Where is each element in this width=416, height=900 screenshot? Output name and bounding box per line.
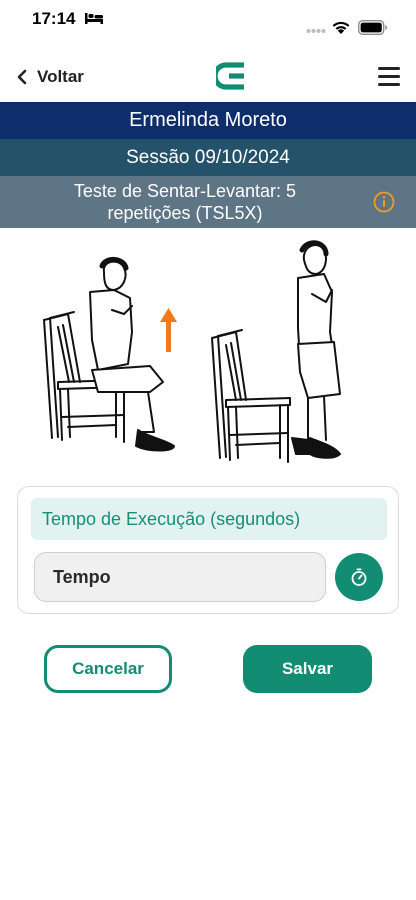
stopwatch-button[interactable]: [335, 553, 383, 601]
menu-line: [378, 75, 400, 78]
top-nav-bar: Voltar: [0, 50, 416, 102]
chevron-left-icon: [17, 69, 27, 85]
execution-time-label: Tempo de Execução (segundos): [31, 498, 387, 540]
standing-person-figure: [211, 240, 341, 463]
status-bar: 17:14: [0, 0, 416, 42]
cancel-button[interactable]: Cancelar: [44, 645, 172, 693]
patient-name-band: Ermelinda Moreto: [0, 102, 416, 139]
save-button[interactable]: Salvar: [243, 645, 372, 693]
test-title-band: Teste de Sentar-Levantar: 5 repetições (…: [0, 176, 416, 228]
tempo-input[interactable]: [34, 552, 326, 602]
hamburger-menu-button[interactable]: [378, 67, 400, 87]
up-arrow-icon: [160, 308, 177, 352]
battery-icon: [358, 20, 387, 35]
patient-name: Ermelinda Moreto: [129, 109, 287, 131]
session-band: Sessão 09/10/2024: [0, 139, 416, 176]
app-logo-icon: [216, 62, 244, 90]
bed-icon: [85, 13, 103, 24]
info-icon[interactable]: [373, 191, 395, 213]
status-time: 17:14: [32, 9, 76, 28]
stopwatch-icon: [351, 568, 367, 586]
menu-line: [378, 67, 400, 70]
back-button[interactable]: Voltar: [12, 64, 84, 90]
session-label: Sessão 09/10/2024: [126, 146, 290, 168]
wifi-icon: [332, 21, 350, 34]
seated-person-figure: [43, 257, 175, 452]
back-label: Voltar: [37, 67, 84, 86]
menu-line: [378, 83, 400, 86]
sit-to-stand-illustration: [43, 240, 341, 463]
signal-dots-icon: [306, 29, 326, 33]
test-title: Teste de Sentar-Levantar: 5 repetições (…: [73, 181, 297, 223]
execution-time-card: Tempo de Execução (segundos): [17, 486, 399, 614]
